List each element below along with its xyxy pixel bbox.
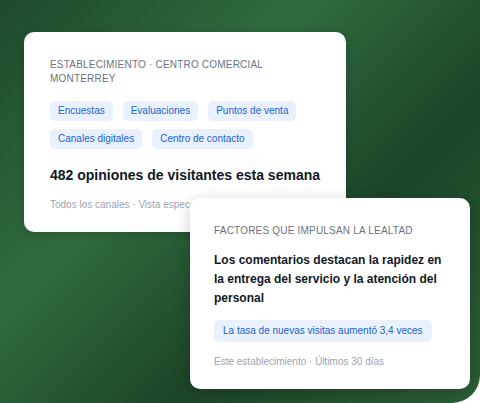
insight-text: Los comentarios destacan la rapidez en l…: [214, 251, 446, 308]
loyalty-card: FACTORES QUE IMPULSAN LA LEALTAD Los come…: [190, 198, 470, 389]
source-tag[interactable]: Puntos de venta: [208, 101, 296, 121]
source-tag[interactable]: Evaluaciones: [123, 101, 198, 121]
badge-row: La tasa de nuevas visitas aumentó 3,4 ve…: [214, 320, 446, 342]
source-tag[interactable]: Centro de contacto: [152, 129, 253, 149]
source-tag[interactable]: Encuestas: [50, 101, 113, 121]
card-header: ESTABLECIMIENTO · CENTRO COMERCIAL MONTE…: [50, 58, 320, 86]
tag-list: Encuestas Evaluaciones Puntos de venta Cana…: [50, 101, 320, 149]
metric-badge: La tasa de nuevas visitas aumentó 3,4 ve…: [214, 320, 432, 342]
background-photo: ESTABLECIMIENTO · CENTRO COMERCIAL MONTE…: [0, 0, 480, 403]
source-tag[interactable]: Canales digitales: [50, 129, 142, 149]
card-heading: 482 opiniones de visitantes esta semana: [50, 166, 320, 184]
card-footer: Este establecimiento · Últimos 30 días: [214, 355, 446, 369]
card-header: FACTORES QUE IMPULSAN LA LEALTAD: [214, 224, 446, 238]
